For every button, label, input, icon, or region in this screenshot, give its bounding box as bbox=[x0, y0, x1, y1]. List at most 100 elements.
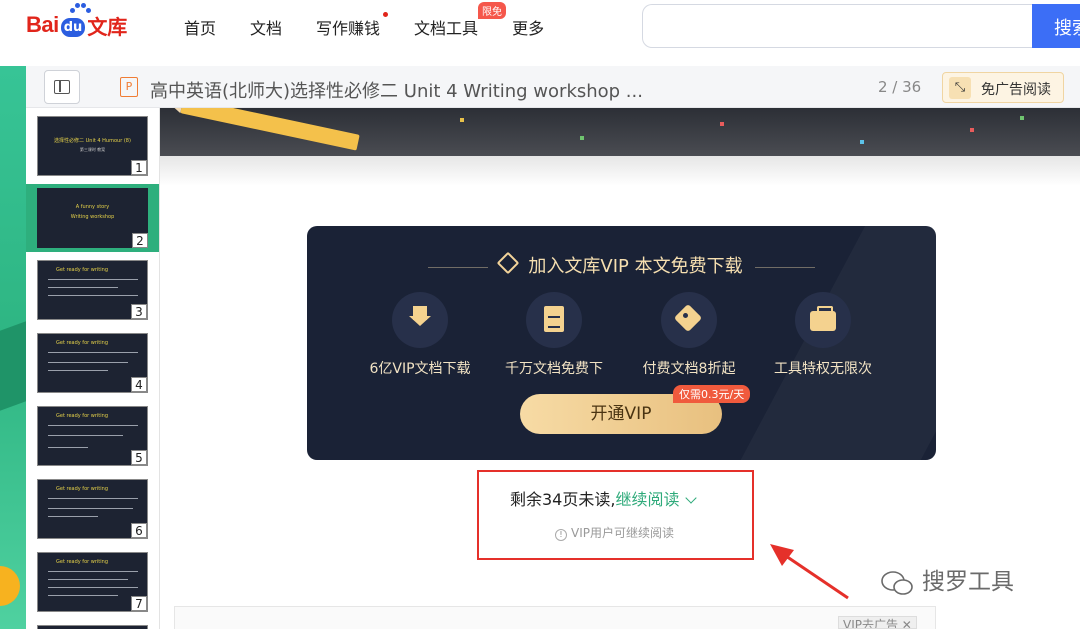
text-line bbox=[48, 595, 118, 596]
annotation-arrow-icon bbox=[770, 544, 849, 600]
thumbnail-number: 6 bbox=[131, 523, 147, 538]
watermark-text: 搜罗工具 bbox=[922, 569, 1014, 595]
divider bbox=[428, 266, 489, 268]
next-page-preview bbox=[174, 606, 936, 629]
logo-bai: Bai bbox=[26, 12, 59, 37]
text-line bbox=[48, 435, 123, 436]
confetti bbox=[1020, 116, 1024, 120]
text-line bbox=[48, 362, 128, 363]
thumbnail-number: 2 bbox=[132, 233, 148, 248]
thumbnail-title: Get ready for writing bbox=[56, 486, 108, 492]
top-navigation: Bai du 文库 首页 文档 写作赚钱 文档工具限免 更多 搜索 bbox=[0, 0, 1080, 52]
nav-item-write-earn[interactable]: 写作赚钱 bbox=[316, 12, 389, 39]
thumbnail-page-7[interactable]: Get ready for writing 7 bbox=[37, 552, 148, 612]
nav-item-write-earn-label: 写作赚钱 bbox=[316, 19, 381, 38]
vip-promo-card: 加入文库VIP 本文免费下载 6亿VIP文档下载 千万文档免费下 付费文档8折起… bbox=[307, 226, 936, 460]
text-line bbox=[48, 498, 138, 499]
thumbnail-slide: A funny story Writing workshop 2 bbox=[37, 188, 148, 248]
nav-item-more[interactable]: 更多 bbox=[512, 15, 544, 39]
thumbnail-page-6[interactable]: Get ready for writing 6 bbox=[37, 479, 148, 539]
document-title: 高中英语(北师大)选择性必修二 Unit 4 Writing workshop … bbox=[150, 81, 643, 102]
vip-feature-free-docs: 千万文档免费下 bbox=[499, 292, 609, 378]
continue-reading-link[interactable]: 继续阅读 bbox=[615, 490, 698, 509]
vip-note: ! VIP用户可继续阅读 bbox=[555, 524, 674, 541]
thumbnail-number: 7 bbox=[131, 596, 147, 611]
divider bbox=[754, 266, 815, 268]
toolbox-icon bbox=[795, 292, 851, 348]
nav-menu: 首页 文档 写作赚钱 文档工具 限免 更多 bbox=[184, 2, 578, 39]
confetti bbox=[720, 122, 724, 126]
text-line bbox=[48, 447, 88, 448]
thumbnail-page-8[interactable] bbox=[37, 625, 148, 629]
nav-item-doc-tools-label: 文档工具 bbox=[414, 19, 479, 38]
text-line bbox=[48, 287, 118, 288]
ppt-file-icon: P bbox=[120, 77, 138, 97]
text-line bbox=[48, 295, 138, 296]
text-line bbox=[48, 352, 138, 353]
price-badge: 仅需0.3元/天 bbox=[673, 385, 751, 403]
thumbnail-number: 1 bbox=[131, 160, 147, 175]
expand-icon: ⤡ bbox=[949, 77, 971, 99]
text-line bbox=[48, 425, 138, 426]
confetti bbox=[860, 140, 864, 144]
search-button[interactable]: 搜索 bbox=[1032, 4, 1080, 48]
thumbnail-title: 选择性必修二 Unit 4 Humour (8) bbox=[54, 138, 131, 144]
baidu-wenku-logo[interactable]: Bai du 文库 bbox=[26, 3, 128, 42]
ad-free-reading-button[interactable]: ⤡ 免广告阅读 bbox=[942, 72, 1064, 103]
text-line bbox=[48, 508, 133, 509]
thumbnail-subtitle: Writing workshop bbox=[70, 214, 115, 220]
thumbnail-page-3[interactable]: Get ready for writing 3 bbox=[37, 260, 148, 320]
pencil-decoration bbox=[180, 108, 360, 151]
chevron-down-icon bbox=[685, 492, 698, 504]
text-line bbox=[48, 370, 108, 371]
info-icon: ! bbox=[555, 529, 567, 541]
thumbnail-page-4[interactable]: Get ready for writing 4 bbox=[37, 333, 148, 393]
paw-icon bbox=[70, 2, 91, 16]
limited-free-badge: 限免 bbox=[478, 2, 507, 19]
vip-title-text: 加入文库VIP 本文免费下载 bbox=[528, 256, 743, 277]
highlight-box bbox=[477, 470, 754, 560]
vip-title: 加入文库VIP 本文免费下载 bbox=[307, 251, 936, 278]
text-line bbox=[48, 516, 98, 517]
page-shadow bbox=[160, 156, 1080, 186]
text-line bbox=[48, 579, 128, 580]
vip-note-text: VIP用户可继续阅读 bbox=[571, 526, 674, 540]
thumbnail-page-5[interactable]: Get ready for writing 5 bbox=[37, 406, 148, 466]
thumbnail-number: 3 bbox=[131, 304, 147, 319]
search-input[interactable] bbox=[642, 4, 1034, 48]
thumbnail-title: Get ready for writing bbox=[56, 340, 108, 346]
document-icon bbox=[526, 292, 582, 348]
logo-wenku: 文库 bbox=[87, 14, 128, 39]
thumbnail-page-2[interactable]: A funny story Writing workshop 2 bbox=[26, 184, 159, 252]
vip-feature-label: 付费文档8折起 bbox=[642, 361, 736, 377]
page-background-decoration bbox=[0, 66, 26, 629]
sidebar-toggle-button[interactable] bbox=[44, 70, 80, 104]
page-indicator: 2 / 36 bbox=[878, 78, 922, 96]
confetti bbox=[580, 136, 584, 140]
thumbnail-page-1[interactable]: 选择性必修二 Unit 4 Humour (8) 第三课时 教案 1 bbox=[37, 116, 148, 176]
vip-feature-discount: 付费文档8折起 bbox=[634, 292, 744, 378]
thumbnail-title: Get ready for writing bbox=[56, 413, 108, 419]
nav-item-home[interactable]: 首页 bbox=[184, 15, 216, 39]
confetti bbox=[460, 118, 464, 122]
thumbnail-subtitle: 第三课时 教案 bbox=[79, 147, 106, 152]
remaining-label: 剩余34页未读, bbox=[510, 490, 616, 509]
sidebar-icon bbox=[54, 80, 70, 94]
tag-icon bbox=[661, 292, 717, 348]
thumbnail-title: Get ready for writing bbox=[56, 559, 108, 565]
vip-feature-download: 6亿VIP文档下载 bbox=[365, 292, 475, 378]
vip-feature-label: 千万文档免费下 bbox=[505, 361, 603, 377]
logo-du: du bbox=[60, 17, 86, 37]
nav-item-docs[interactable]: 文档 bbox=[250, 15, 282, 39]
nav-item-doc-tools[interactable]: 文档工具 限免 bbox=[414, 2, 507, 39]
ad-free-reading-label: 免广告阅读 bbox=[981, 82, 1051, 98]
thumbnail-sidebar[interactable]: 选择性必修二 Unit 4 Humour (8) 第三课时 教案 1 A fun… bbox=[26, 108, 160, 629]
vip-remove-ads-button[interactable]: VIP去广告 ✕ bbox=[838, 616, 917, 629]
download-icon bbox=[392, 292, 448, 348]
thumbnail-number: 5 bbox=[131, 450, 147, 465]
thumbnail-number: 4 bbox=[131, 377, 147, 392]
confetti bbox=[970, 128, 974, 132]
slide-preview bbox=[160, 108, 1080, 156]
continue-reading-label: 继续阅读 bbox=[615, 490, 680, 509]
text-line bbox=[48, 571, 138, 572]
